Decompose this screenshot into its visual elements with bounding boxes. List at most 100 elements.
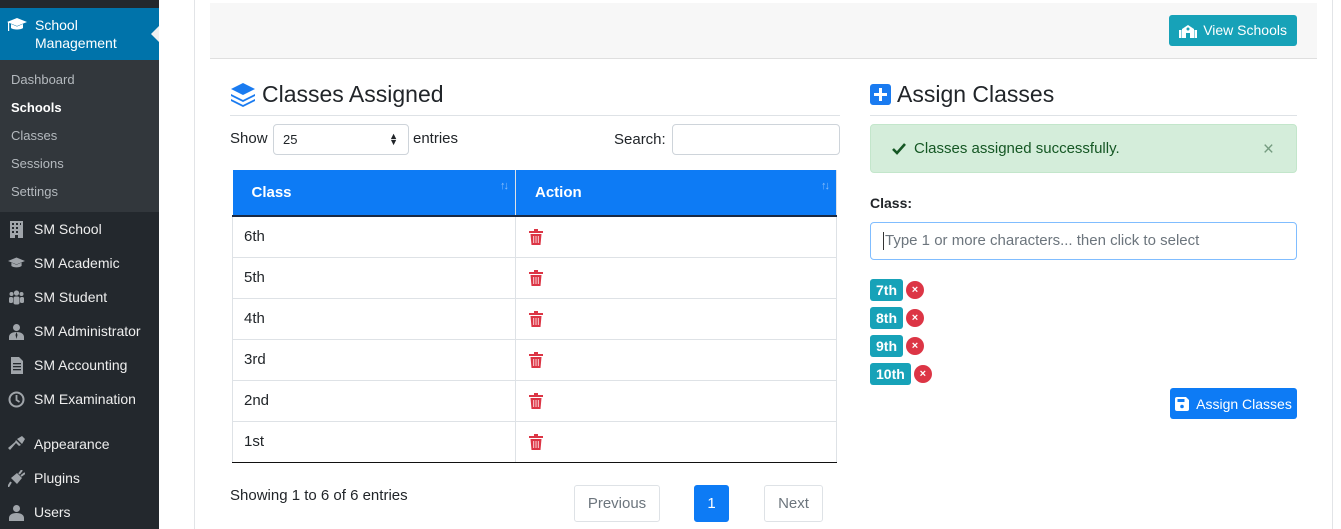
assign-classes-label: Assign Classes [1196,395,1292,412]
alert-message: Classes assigned successfully. [914,140,1120,157]
submenu-classes[interactable]: Classes [0,122,159,150]
sort-icon: ↑↓ [500,180,509,192]
remove-class-icon[interactable]: × [906,281,924,299]
submenu-dashboard[interactable]: Dashboard [0,66,159,94]
class-cell: 2nd [232,379,516,422]
sidebar-submenu: Dashboard Schools Classes Sessions Setti… [0,60,159,212]
sidebar-item-sm-administrator[interactable]: SM Administrator [0,314,159,348]
delete-button[interactable] [515,215,837,258]
class-cell: 1st [232,420,516,463]
trash-icon [529,434,543,451]
divider [230,115,840,116]
graduation-cap-icon [8,257,25,268]
previous-page-button[interactable]: Previous [574,485,660,522]
column-header-class[interactable]: Class ↑↓ [232,170,516,217]
class-autocomplete-input[interactable]: Type 1 or more characters... then click … [870,222,1297,260]
sidebar-item-sm-academic[interactable]: SM Academic [0,246,159,280]
class-cell: 3rd [232,338,516,381]
sidebar-item-label: SM Student [34,289,108,305]
user-icon [9,505,24,521]
selected-class-tag: 9th × [870,335,924,357]
submenu-schools[interactable]: Schools [0,94,159,122]
sidebar-item-label: SM School [34,221,102,237]
delete-button[interactable] [515,297,837,340]
sidebar-item-sm-student[interactable]: SM Student [0,280,159,314]
class-tag-label: 10th [870,363,911,385]
check-icon [892,142,906,155]
sidebar-item-label: Users [34,504,71,520]
paintbrush-icon [8,436,25,450]
class-input-placeholder: Type 1 or more characters... then click … [885,232,1200,249]
trash-icon [529,352,543,369]
column-label: Action [535,184,582,201]
sidebar-item-school-management[interactable]: School Management [0,8,159,60]
sidebar-item-plugins[interactable]: Plugins [0,461,159,495]
delete-button[interactable] [515,338,837,381]
classes-assigned-heading: Classes Assigned [230,81,444,108]
delete-button[interactable] [515,420,837,463]
delete-button[interactable] [515,379,837,422]
next-page-button[interactable]: Next [764,485,823,522]
delete-button[interactable] [515,256,837,299]
card-header: View Schools [210,3,1317,59]
sort-icon: ↑↓ [821,180,830,192]
selected-class-tag: 8th × [870,307,924,329]
selected-class-tag: 10th × [870,363,932,385]
selected-class-tag: 7th × [870,279,924,301]
column-label: Class [251,184,292,201]
view-schools-button[interactable]: View Schools [1169,15,1297,46]
submenu-settings[interactable]: Settings [0,178,159,206]
search-input[interactable] [672,124,840,155]
close-icon[interactable]: × [1263,139,1274,161]
sidebar-item-users[interactable]: Users [0,495,159,529]
page-1-button[interactable]: 1 [694,485,729,522]
page-size-value: 25 [283,132,298,147]
trash-icon [529,393,543,410]
remove-class-icon[interactable]: × [906,309,924,327]
select-arrows-icon: ▲ ▼ [389,131,398,147]
trash-icon [529,311,543,328]
assign-classes-heading: Assign Classes [870,81,1054,108]
save-icon [1175,396,1190,411]
user-tie-icon [9,324,24,340]
trash-icon [529,229,543,246]
success-alert: Classes assigned successfully. × [870,124,1297,173]
submenu-sessions[interactable]: Sessions [0,150,159,178]
plus-square-icon [870,84,891,105]
class-tag-label: 8th [870,307,903,329]
users-group-icon [9,290,24,305]
table-row: 3rd [232,338,837,381]
table-info: Showing 1 to 6 of 6 entries [230,487,408,504]
trash-icon [529,270,543,287]
plugin-icon [8,470,25,487]
column-header-action[interactable]: Action ↑↓ [515,170,837,217]
class-cell: 5th [232,256,516,299]
sidebar-item-sm-accounting[interactable]: SM Accounting [0,348,159,382]
sidebar-item-label: SM Accounting [34,357,128,373]
sidebar-item-label: SM Administrator [34,323,141,339]
assign-classes-button[interactable]: Assign Classes [1170,388,1297,419]
entries-label: entries [413,130,459,147]
content-border [194,0,195,529]
school-icon [1179,24,1198,38]
remove-class-icon[interactable]: × [913,365,932,383]
table-row: 2nd [232,379,837,422]
class-tag-label: 9th [870,335,903,357]
table-row: 6th [232,215,837,258]
text-caret [883,232,884,251]
sidebar-item-appearance[interactable]: Appearance [0,427,159,461]
sidebar-item-sm-school[interactable]: SM School [0,212,159,246]
sidebar-item-label: Appearance [34,436,110,452]
section-title: Assign Classes [897,81,1055,107]
divider [870,115,1297,116]
section-title: Classes Assigned [262,81,444,107]
sidebar-item-label: Plugins [34,470,80,486]
remove-class-icon[interactable]: × [906,337,924,355]
building-icon [10,221,23,238]
class-tag-label: 7th [870,279,903,301]
current-menu-arrow [151,26,159,42]
table-controls: Show 25 ▲ ▼ entries Search: [230,124,840,156]
sidebar-item-label: School Management [35,17,117,51]
page-size-select[interactable]: 25 ▲ ▼ [273,124,409,155]
sidebar-item-sm-examination[interactable]: SM Examination [0,382,159,416]
